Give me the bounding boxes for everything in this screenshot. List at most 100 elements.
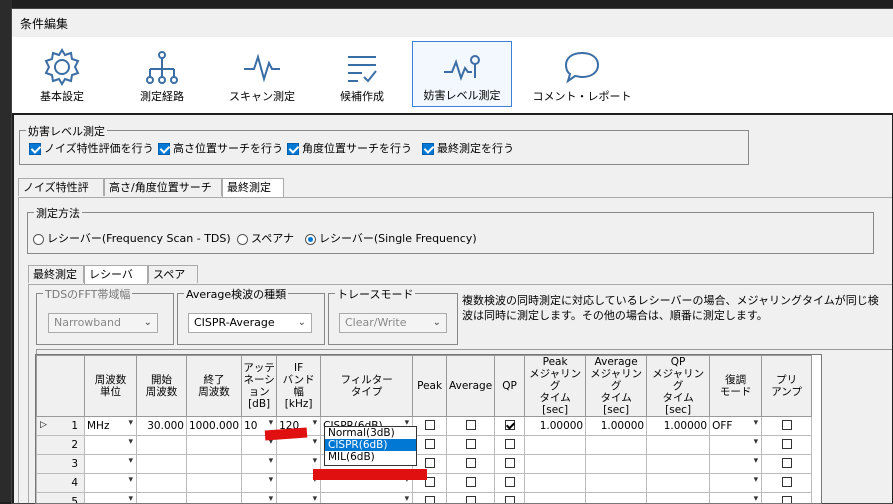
grid-cell-checkbox[interactable] (413, 493, 447, 504)
grid-cell[interactable] (187, 493, 242, 504)
grid-cell[interactable]: 1000.000 (187, 417, 242, 436)
ribbon-button-route[interactable]: 測定経路 (112, 41, 212, 107)
grid-cell-select[interactable]: ▾ (710, 474, 762, 493)
grid-cell-select[interactable]: ▾ (710, 455, 762, 474)
row-number[interactable]: 5 (37, 493, 85, 504)
signal-icon (442, 48, 482, 88)
grid-cell[interactable] (525, 493, 586, 504)
ribbon-button-scan[interactable]: スキャン測定 (212, 41, 312, 107)
frequency-table: 周波数 単位開始 周波数終了 周波数アッテ ネーシ ョン [dB]IF バンド … (35, 354, 822, 504)
grid-cell-checkbox[interactable] (762, 436, 812, 455)
ribbon-button-interference-measurement[interactable]: 妨害レベル測定 (412, 41, 512, 107)
grid-cell[interactable] (647, 455, 710, 474)
grid-cell[interactable] (525, 455, 586, 474)
grid-cell[interactable] (525, 474, 586, 493)
grid-cell-checkbox[interactable] (495, 493, 525, 504)
row-number[interactable]: 4 (37, 474, 85, 493)
grid-cell-select[interactable]: ▾ (85, 493, 137, 504)
grid-cell-select[interactable]: ▾ (242, 455, 277, 474)
grid-cell[interactable] (137, 436, 187, 455)
grid-cell-checkbox[interactable] (762, 493, 812, 504)
grid-cell[interactable] (137, 493, 187, 504)
tab-final-measurement-sub[interactable]: 最終測定 (28, 265, 84, 283)
radio-spectrum-analyzer[interactable]: スペアナ (237, 230, 294, 246)
grid-cell-select[interactable]: MHz▾ (85, 417, 137, 436)
dropdown-option-selected[interactable]: CISPR(6dB) (325, 439, 416, 451)
measurement-note: 複数検波の同時測定に対応しているレシーバーの場合、メジャリングタイムが同じ検 波… (462, 293, 887, 323)
frequency-grid: 周波数 単位開始 周波数終了 周波数アッテ ネーシ ョン [dB]IF バンド … (36, 355, 812, 504)
trace-mode-select[interactable]: Clear/Write⌄ (339, 313, 447, 333)
grid-cell-select[interactable]: OFF▾ (710, 417, 762, 436)
grid-cell-select[interactable]: ▾ (710, 436, 762, 455)
checkbox-angle-search[interactable]: 角度位置サーチを行う (287, 140, 412, 156)
checkbox-noise-evaluation[interactable]: ノイズ特性評価を行う (29, 140, 154, 156)
grid-cell[interactable]: 1.00000 (647, 417, 710, 436)
tab-height-angle-search[interactable]: 高さ/角度位置サーチ (104, 178, 222, 196)
grid-cell-checkbox[interactable] (762, 474, 812, 493)
grid-cell[interactable] (647, 474, 710, 493)
grid-cell[interactable] (137, 455, 187, 474)
grid-cell-select[interactable]: ▾ (242, 493, 277, 504)
grid-cell-checkbox[interactable] (447, 493, 495, 504)
checkbox-height-search[interactable]: 高さ位置サーチを行う (158, 140, 283, 156)
grid-cell-checkbox[interactable] (495, 474, 525, 493)
average-detector-select[interactable]: CISPR-Average⌄ (188, 313, 312, 333)
grid-cell[interactable] (647, 436, 710, 455)
grid-cell-checkbox[interactable] (447, 474, 495, 493)
row-number[interactable]: 2 (37, 436, 85, 455)
ribbon-button-candidates[interactable]: 候補作成 (312, 41, 412, 107)
grid-cell[interactable] (586, 455, 647, 474)
grid-cell[interactable]: 30.000 (137, 417, 187, 436)
tds-fft-bandwidth-select[interactable]: Narrowband⌄ (48, 313, 158, 333)
chevron-down-icon: ▾ (313, 456, 318, 466)
grid-cell[interactable]: 1.00000 (586, 417, 647, 436)
grid-cell[interactable] (137, 474, 187, 493)
tab-final-measurement[interactable]: 最終測定 (222, 178, 284, 197)
grid-cell[interactable] (586, 474, 647, 493)
grid-cell-checkbox[interactable] (447, 436, 495, 455)
ribbon-button-basic-settings[interactable]: 基本設定 (12, 41, 112, 107)
dropdown-option[interactable]: MIL(6dB) (325, 451, 416, 463)
radio-receiver-single-frequency[interactable]: レシーバー(Single Frequency) (305, 230, 477, 246)
grid-cell-checkbox[interactable] (762, 455, 812, 474)
grid-cell-checkbox[interactable] (413, 436, 447, 455)
grid-cell-checkbox[interactable] (495, 417, 525, 436)
grid-cell-select[interactable]: ▾ (710, 493, 762, 504)
grid-cell[interactable] (187, 436, 242, 455)
grid-cell-select[interactable]: ▾ (85, 455, 137, 474)
ribbon-button-comment-report[interactable]: コメント・レポート (522, 41, 642, 107)
row-number[interactable]: ▷1 (37, 417, 85, 436)
radio-receiver-frequency-scan[interactable]: レシーバー(Frequency Scan - TDS) (33, 230, 231, 246)
grid-cell-select[interactable]: ▾ (321, 493, 413, 504)
table-row[interactable]: ▷1MHz▾30.0001000.00010▾120▾CISPR(6dB)▾1.… (37, 417, 812, 436)
tab-receiver[interactable]: レシーバー (84, 265, 148, 284)
checkbox-final-measurement[interactable]: 最終測定を行う (422, 140, 514, 156)
grid-cell-checkbox[interactable] (495, 455, 525, 474)
group-title: 妨害レベル測定 (26, 123, 107, 139)
grid-cell[interactable] (187, 455, 242, 474)
tab-noise-evaluation[interactable]: ノイズ特性評価 (18, 178, 104, 196)
grid-cell[interactable] (586, 493, 647, 504)
filter-type-dropdown[interactable]: Normal(3dB) CISPR(6dB) MIL(6dB) (324, 426, 417, 466)
grid-cell-select[interactable]: ▾ (242, 474, 277, 493)
grid-cell-checkbox[interactable] (413, 417, 447, 436)
grid-cell[interactable] (525, 436, 586, 455)
grid-cell-checkbox[interactable] (762, 417, 812, 436)
grid-cell-select[interactable]: ▾ (277, 493, 321, 504)
chevron-down-icon: ▾ (128, 475, 133, 485)
table-row[interactable]: 5▾▾▾▾▾ (37, 493, 812, 504)
grid-cell-checkbox[interactable] (495, 436, 525, 455)
tab-spectrum-analyzer[interactable]: スペアナ (148, 265, 198, 283)
grid-cell[interactable]: 1.00000 (525, 417, 586, 436)
grid-cell[interactable] (647, 493, 710, 504)
dropdown-option[interactable]: Normal(3dB) (325, 427, 416, 439)
grid-cell-select[interactable]: ▾ (85, 474, 137, 493)
row-number[interactable]: 3 (37, 455, 85, 474)
grid-cell[interactable] (586, 436, 647, 455)
grid-cell-checkbox[interactable] (447, 417, 495, 436)
grid-cell-select[interactable]: ▾ (85, 436, 137, 455)
radio-label: レシーバー(Single Frequency) (319, 232, 477, 245)
grid-cell[interactable] (187, 474, 242, 493)
table-row[interactable]: 2▾▾▾▾▾ (37, 436, 812, 455)
grid-cell-checkbox[interactable] (447, 455, 495, 474)
